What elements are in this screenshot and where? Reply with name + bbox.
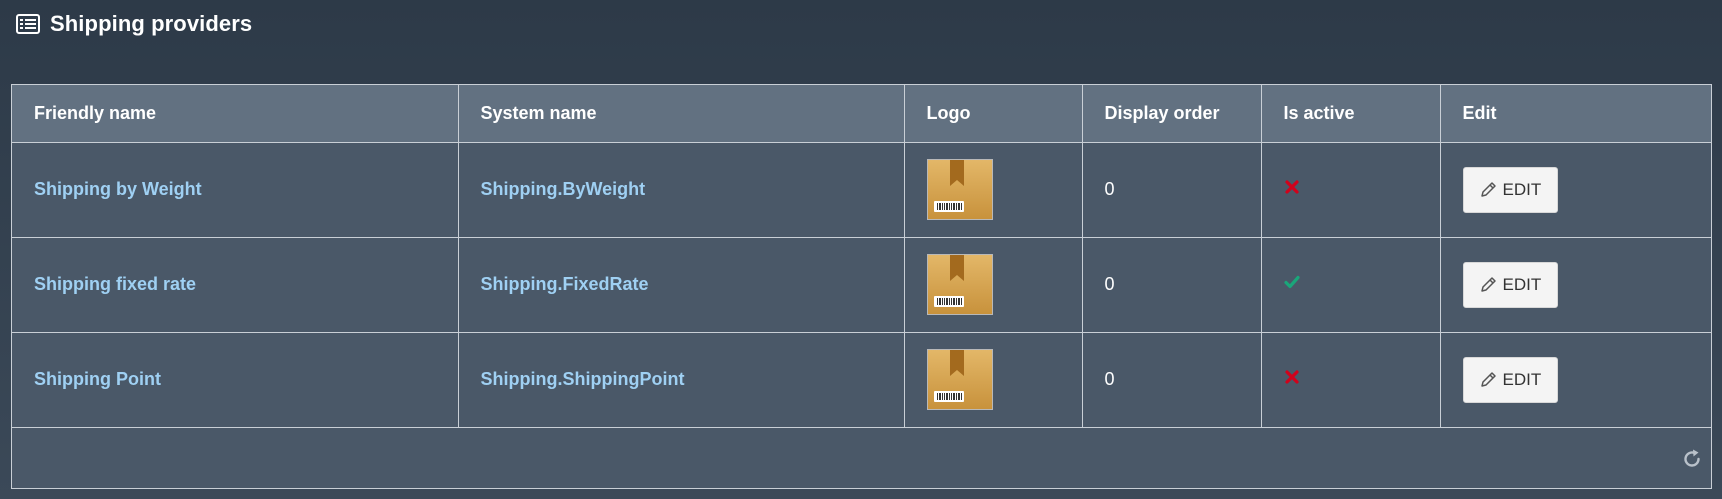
friendly-name-link[interactable]: Shipping by Weight xyxy=(34,179,202,199)
cell-friendly-name: Shipping fixed rate xyxy=(12,236,459,333)
cell-edit: EDIT xyxy=(1439,331,1711,428)
list-icon xyxy=(16,14,40,34)
cell-edit: EDIT xyxy=(1439,236,1711,333)
shipping-providers-grid: Friendly name System name Logo Display o… xyxy=(11,84,1712,489)
inactive-cross-icon xyxy=(1284,179,1300,195)
cell-friendly-name: Shipping Point xyxy=(12,331,459,428)
friendly-name-link[interactable]: Shipping Point xyxy=(34,369,161,389)
cell-logo xyxy=(903,331,1083,428)
cell-is-active xyxy=(1260,236,1441,333)
cell-edit: EDIT xyxy=(1439,141,1711,238)
system-name-link[interactable]: Shipping.FixedRate xyxy=(481,274,649,294)
cell-display-order: 0 xyxy=(1081,331,1262,428)
providers-table: Friendly name System name Logo Display o… xyxy=(12,85,1711,428)
page-header: Shipping providers xyxy=(16,11,252,37)
cell-system-name: Shipping.FixedRate xyxy=(457,236,905,333)
column-header-is-active[interactable]: Is active xyxy=(1260,85,1441,143)
column-header-system-name[interactable]: System name xyxy=(457,85,905,143)
package-icon xyxy=(926,254,993,315)
column-header-friendly-name[interactable]: Friendly name xyxy=(12,85,459,143)
edit-button-label: EDIT xyxy=(1502,179,1542,199)
system-name-link[interactable]: Shipping.ShippingPoint xyxy=(481,369,685,389)
package-icon xyxy=(926,159,993,220)
table-header-row: Friendly name System name Logo Display o… xyxy=(12,85,1711,143)
friendly-name-link[interactable]: Shipping fixed rate xyxy=(34,274,196,294)
pencil-icon xyxy=(1480,181,1497,198)
refresh-icon[interactable] xyxy=(1681,448,1703,470)
table-row: Shipping fixed rate Shipping.FixedRate 0… xyxy=(12,236,1711,333)
cell-display-order: 0 xyxy=(1081,141,1262,238)
column-header-logo: Logo xyxy=(903,85,1083,143)
cell-system-name: Shipping.ByWeight xyxy=(457,141,905,238)
edit-button-label: EDIT xyxy=(1502,369,1542,389)
edit-button-label: EDIT xyxy=(1502,274,1542,294)
cell-friendly-name: Shipping by Weight xyxy=(12,141,459,238)
page-title: Shipping providers xyxy=(50,11,253,36)
system-name-link[interactable]: Shipping.ByWeight xyxy=(481,179,646,199)
inactive-cross-icon xyxy=(1284,369,1300,385)
column-header-display-order[interactable]: Display order xyxy=(1081,85,1262,143)
cell-is-active xyxy=(1260,331,1441,428)
table-row: Shipping by Weight Shipping.ByWeight 0 E… xyxy=(12,141,1711,238)
pencil-icon xyxy=(1480,276,1497,293)
package-icon xyxy=(926,349,993,410)
cell-logo xyxy=(903,141,1083,238)
grid-footer xyxy=(12,427,1711,488)
cell-logo xyxy=(903,236,1083,333)
table-row: Shipping Point Shipping.ShippingPoint 0 … xyxy=(12,331,1711,428)
pencil-icon xyxy=(1480,371,1497,388)
edit-button[interactable]: EDIT xyxy=(1462,166,1559,213)
cell-display-order: 0 xyxy=(1081,236,1262,333)
column-header-edit: Edit xyxy=(1439,85,1711,143)
cell-system-name: Shipping.ShippingPoint xyxy=(457,331,905,428)
active-check-icon xyxy=(1283,274,1300,290)
cell-is-active xyxy=(1260,141,1441,238)
edit-button[interactable]: EDIT xyxy=(1462,261,1559,308)
edit-button[interactable]: EDIT xyxy=(1462,356,1559,403)
